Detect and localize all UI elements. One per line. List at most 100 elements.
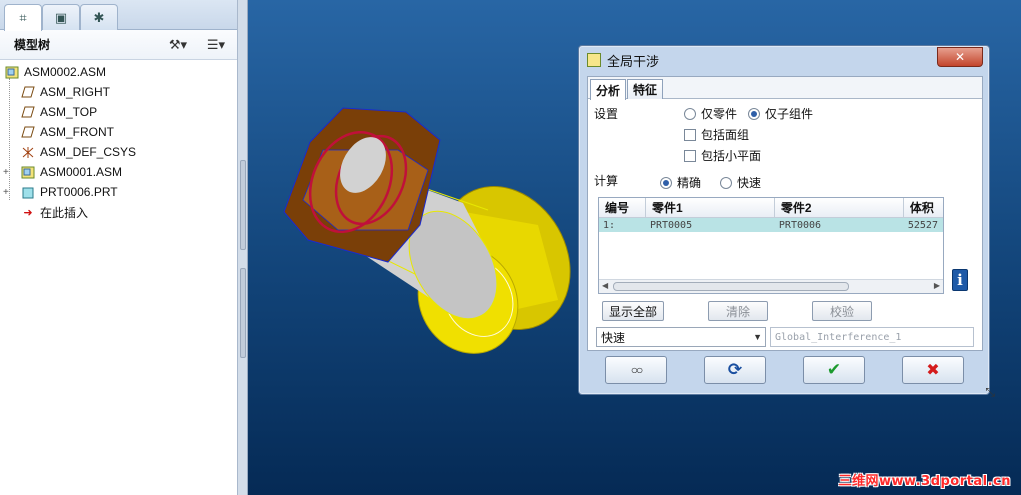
assembly-icon (4, 65, 20, 79)
parts-only-label: 仅零件 (701, 107, 738, 121)
exact-label: 精确 (677, 176, 702, 190)
dialog-title: 全局干涉 (607, 53, 660, 69)
tree-item-asm-top[interactable]: ASM_TOP (0, 102, 237, 122)
tree-item-label: ASM_RIGHT (40, 85, 111, 99)
cell-part1: PRT0005 (649, 219, 693, 231)
scroll-left-icon[interactable]: ◀ (602, 281, 608, 290)
tree-item-label: ASM_DEF_CSYS (40, 145, 137, 159)
tree-header: 模型树 ⚒▾ ☰▾ (0, 30, 237, 60)
radio-quick[interactable] (720, 176, 732, 189)
tree-settings-button[interactable]: ⚒▾ (161, 34, 195, 56)
list-icon: ☰▾ (206, 36, 226, 52)
close-icon: ✕ (954, 50, 966, 64)
dialog-app-icon (587, 53, 601, 67)
col-header-volume[interactable]: 体积 (904, 198, 943, 217)
tab-analysis[interactable]: 分析 (590, 79, 627, 100)
feature-name-field[interactable]: Global_Interference_1 (770, 327, 974, 347)
dialog-tabs: 分析 特征 (588, 77, 982, 100)
tree-title: 模型树 (14, 38, 51, 52)
tree-item-asm-right[interactable]: ASM_RIGHT (0, 82, 237, 102)
radio-subassemblies-only[interactable] (748, 107, 760, 120)
dialog-body: 分析 特征 设置 仅零件 仅子组件 包括面组 包括小平面 计算 精确 快速 编号… (587, 76, 983, 351)
tree-show-button[interactable]: ☰▾ (199, 34, 233, 56)
datum-plane-icon (20, 105, 36, 119)
cancel-x-icon: ✖ (926, 362, 940, 379)
compute-mode-value: 快速 (601, 330, 626, 345)
ok-button[interactable]: ✔ (803, 356, 865, 384)
favorites-tab[interactable]: ✱ (80, 4, 118, 30)
datum-plane-icon (20, 125, 36, 139)
tree-item-label: ASM_FRONT (40, 125, 115, 139)
clear-button[interactable]: 清除 (708, 301, 768, 321)
tree-item-asm0001[interactable]: + ASM0001.ASM (0, 162, 237, 182)
cell-part2: PRT0006 (778, 219, 822, 231)
resize-grip-icon[interactable]: ⤡ (985, 385, 995, 400)
tree-item-label: ASM0002.ASM (24, 65, 107, 79)
expand-plus-icon[interactable]: + (3, 187, 9, 198)
folders-icon: ▣ (54, 9, 68, 25)
navigator-tabs: ⌗ ▣ ✱ (0, 0, 237, 31)
table-hscrollbar[interactable]: ◀ ▶ (599, 279, 943, 293)
verify-button[interactable]: 校验 (812, 301, 872, 321)
col-header-part2[interactable]: 零件2 (775, 198, 904, 217)
include-quilts-option[interactable]: 包括面组 (684, 126, 749, 143)
model-tree: ASM0002.ASM ASM_RIGHT ASM_TOP ASM_FRONT … (0, 60, 237, 222)
table-row[interactable]: 1: PRT0005 PRT0006 52527 (599, 218, 943, 232)
tree-item-prt0006[interactable]: + PRT0006.PRT (0, 182, 237, 202)
recompute-button[interactable]: ⟳ (704, 356, 766, 384)
watermark-text: 三维网www.3dportal.cn (838, 474, 1011, 489)
tree-item-asm0002[interactable]: ASM0002.ASM (0, 62, 237, 82)
tree-item-asm-front[interactable]: ASM_FRONT (0, 122, 237, 142)
panel-splitter[interactable] (238, 0, 248, 495)
tree-item-label: ASM0001.ASM (40, 165, 123, 179)
table-header: 编号 零件1 零件2 体积 (599, 198, 943, 218)
setting-label: 设置 (594, 107, 619, 121)
info-icon[interactable]: i (952, 269, 968, 291)
subassemblies-only-label: 仅子组件 (765, 107, 814, 121)
expand-plus-icon[interactable]: + (3, 167, 9, 178)
quick-option[interactable]: 快速 (720, 174, 761, 191)
dialog-titlebar[interactable]: 全局干涉 ✕ (579, 46, 989, 74)
model-tree-tab-icon: ⌗ (19, 10, 27, 25)
hammer-icon: ⚒▾ (168, 36, 188, 52)
include-facets-label: 包括小平面 (701, 149, 762, 163)
checkbox-include-facets[interactable] (684, 149, 696, 162)
parts-only-option[interactable]: 仅零件 (684, 105, 737, 122)
scroll-thumb[interactable] (613, 282, 849, 291)
tree-item-label: 在此插入 (40, 205, 89, 220)
col-header-number[interactable]: 编号 (599, 198, 646, 217)
chevron-down-icon: ▼ (753, 332, 762, 342)
tab-features[interactable]: 特征 (627, 79, 664, 99)
subassemblies-only-option[interactable]: 仅子组件 (748, 105, 813, 122)
cancel-button[interactable]: ✖ (902, 356, 964, 384)
favorites-icon: ✱ (93, 9, 105, 25)
tree-item-insert-here[interactable]: ➜ 在此插入 (0, 202, 237, 222)
show-all-button[interactable]: 显示全部 (602, 301, 664, 321)
tree-item-asm-def-csys[interactable]: ASM_DEF_CSYS (0, 142, 237, 162)
radio-exact[interactable] (660, 176, 672, 189)
interference-results-table[interactable]: 编号 零件1 零件2 体积 1: PRT0005 PRT0006 52527 ◀… (598, 197, 944, 294)
include-facets-option[interactable]: 包括小平面 (684, 147, 761, 164)
splitter-grip-top[interactable] (240, 160, 246, 250)
col-header-part1[interactable]: 零件1 (646, 198, 775, 217)
csys-icon (20, 145, 36, 159)
folder-browser-tab[interactable]: ▣ (42, 4, 80, 30)
compute-label: 计算 (594, 174, 619, 188)
checkbox-include-quilts[interactable] (684, 128, 696, 141)
tree-item-label: ASM_TOP (40, 105, 98, 119)
model-tree-panel: ⌗ ▣ ✱ 模型树 ⚒▾ ☰▾ ASM0002.ASM ASM_RIGHT AS… (0, 0, 238, 495)
glasses-icon: ○○ (630, 363, 643, 377)
radio-parts-only[interactable] (684, 107, 696, 120)
model-tree-tab[interactable]: ⌗ (4, 4, 42, 31)
scroll-right-icon[interactable]: ▶ (934, 281, 940, 290)
preview-button[interactable]: ○○ (605, 356, 667, 384)
include-quilts-label: 包括面组 (701, 128, 750, 142)
splitter-grip-bottom[interactable] (240, 268, 246, 358)
insert-arrow-icon: ➜ (23, 206, 33, 219)
exact-option[interactable]: 精确 (660, 174, 701, 191)
global-interference-dialog: 全局干涉 ✕ 分析 特征 设置 仅零件 仅子组件 包括面组 包括小平面 计算 精… (578, 45, 995, 399)
close-button[interactable]: ✕ (937, 47, 983, 67)
assembly-icon (20, 165, 36, 179)
quick-label: 快速 (737, 176, 762, 190)
compute-mode-select[interactable]: 快速 ▼ (596, 327, 766, 347)
